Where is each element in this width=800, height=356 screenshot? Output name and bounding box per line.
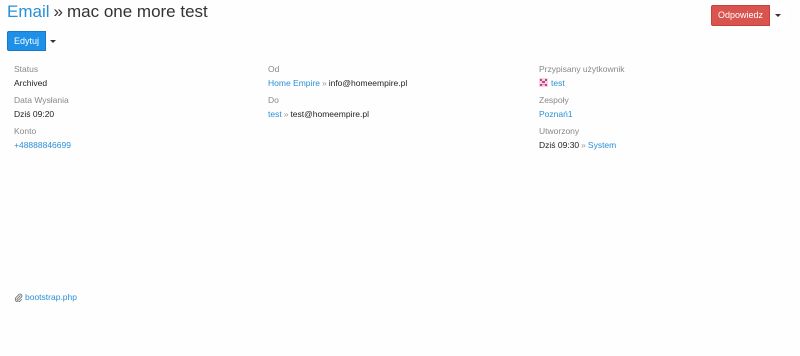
- edit-button-group: Edytuj: [7, 31, 60, 51]
- reply-button-group: Odpowiedz: [710, 5, 786, 26]
- edit-button[interactable]: Edytuj: [7, 31, 47, 51]
- sent-date-label: Data Wysłania: [14, 95, 69, 105]
- field-created: Utworzony Dziś 09:30» System: [539, 126, 789, 157]
- created-date: Dziś 09:30: [539, 140, 580, 150]
- field-teams: Zespoły Poznań1: [539, 95, 789, 126]
- paperclip-icon: [14, 293, 23, 302]
- account-label: Konto: [14, 126, 37, 136]
- to-name-link[interactable]: test: [268, 109, 282, 119]
- breadcrumb-separator: »: [53, 2, 63, 21]
- assigned-user-link[interactable]: test: [551, 78, 565, 88]
- field-account: Konto +48888846699: [14, 126, 254, 157]
- details-column-middle: Od Home Empire» info@homeempire.pl Do tes…: [268, 64, 528, 126]
- status-value: Archived: [14, 78, 48, 88]
- field-from: Od Home Empire» info@homeempire.pl: [268, 64, 528, 95]
- created-label: Utworzony: [539, 126, 580, 136]
- chevron-down-icon: [50, 39, 57, 43]
- field-assigned-user: Przypisany użytkownik test: [539, 64, 789, 95]
- to-email: test@homeempire.pl: [290, 109, 369, 119]
- from-email: info@homeempire.pl: [328, 78, 408, 88]
- breadcrumb-email-link[interactable]: Email: [7, 2, 50, 22]
- edit-dropdown-toggle[interactable]: [46, 31, 60, 51]
- details-column-left: Status Archived Data Wysłania Dziś 09:20…: [14, 64, 254, 157]
- page-title: mac one more test: [66, 2, 208, 21]
- user-avatar-icon: [539, 78, 548, 87]
- email-detail-page: Email » mac one more test Odpowiedz Edyt…: [0, 0, 800, 356]
- field-sent-date: Data Wysłania Dziś 09:20: [14, 95, 254, 126]
- created-arrow: »: [581, 140, 586, 150]
- details-column-right: Przypisany użytkownik test Zespoły Pozna…: [539, 64, 789, 157]
- reply-button[interactable]: Odpowiedz: [710, 5, 770, 26]
- from-name-link[interactable]: Home Empire: [268, 78, 320, 88]
- sent-date-value: Dziś 09:20: [14, 109, 55, 119]
- from-arrow: »: [321, 78, 327, 88]
- created-by-link[interactable]: System: [588, 140, 616, 150]
- teams-label: Zespoły: [539, 95, 569, 105]
- to-label: Do: [268, 95, 279, 105]
- to-arrow: »: [283, 109, 289, 119]
- from-label: Od: [268, 64, 280, 74]
- attachment-item: bootstrap.php: [14, 292, 77, 302]
- field-to: Do test» test@homeempire.pl: [268, 95, 528, 126]
- attachment-link[interactable]: bootstrap.php: [25, 292, 77, 302]
- team-link[interactable]: Poznań1: [539, 109, 573, 119]
- account-link[interactable]: +48888846699: [14, 140, 71, 150]
- chevron-down-icon: [775, 14, 781, 17]
- assigned-user-label: Przypisany użytkownik: [539, 64, 625, 74]
- field-status: Status Archived: [14, 64, 254, 95]
- reply-dropdown-toggle[interactable]: [770, 5, 786, 26]
- page-header: Email » mac one more test: [7, 2, 208, 26]
- status-label: Status: [14, 64, 39, 74]
